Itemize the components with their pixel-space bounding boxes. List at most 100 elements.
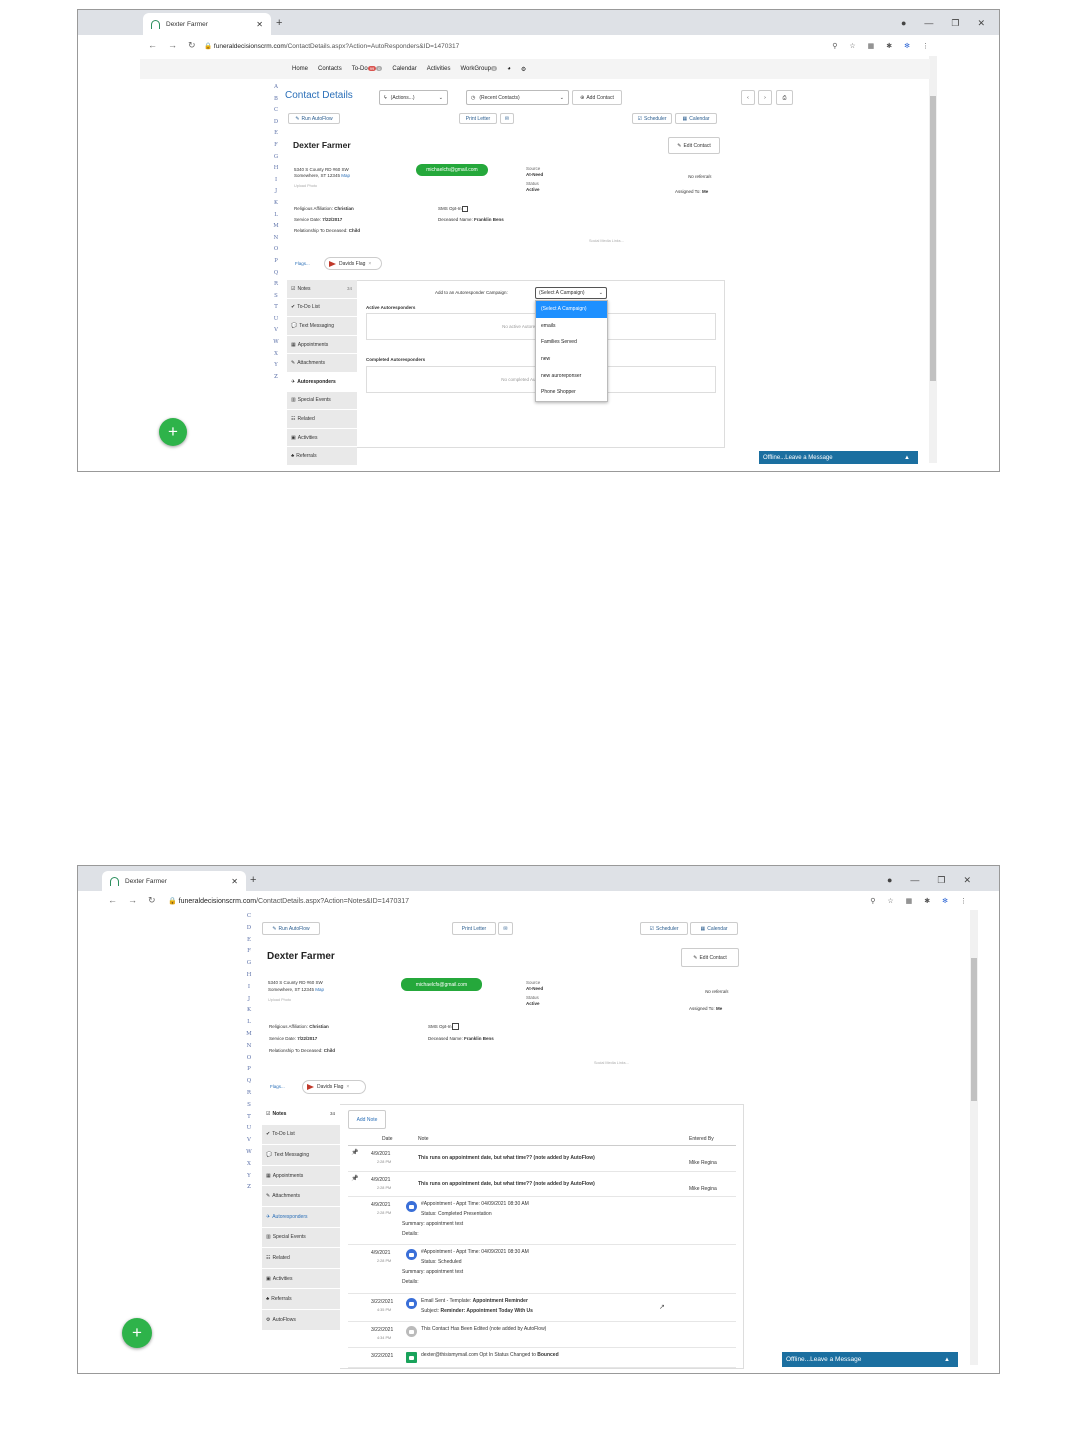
maximize-icon[interactable]: ❐ (937, 875, 945, 886)
social-media-link[interactable]: Social Media Links... (594, 1061, 629, 1065)
sidebar-item[interactable]: ▣ Activities (287, 428, 357, 448)
alphabet-letter[interactable]: G (272, 152, 280, 164)
grid-icon[interactable]: ▦ (906, 897, 913, 905)
upload-photo-link[interactable]: Upload Photo (294, 183, 350, 189)
table-row[interactable]: 4/9/2021 2:28 PM #Appointment - Appt Time:… (348, 1245, 736, 1294)
alphabet-letter[interactable]: L (245, 1017, 253, 1029)
map-link[interactable]: Map (341, 173, 350, 178)
next-contact-button[interactable]: › (758, 90, 772, 105)
sidebar-item[interactable]: ☑ Notes 34 (287, 280, 357, 299)
edit-contact-button[interactable]: ✎ Edit Contact (681, 948, 739, 967)
alphabet-letter[interactable]: E (272, 128, 280, 140)
email-badge[interactable]: michaelcfs@gmail.com (416, 164, 488, 176)
sidebar-item[interactable]: ✈ Autoresponders (287, 372, 357, 392)
forward-icon[interactable]: → (168, 40, 177, 51)
alphabet-letter[interactable]: W (272, 337, 280, 349)
alphabet-letter[interactable]: J (272, 186, 280, 198)
sidebar-item[interactable]: ✎ Attachments (262, 1186, 340, 1207)
alphabet-letter[interactable]: O (245, 1053, 253, 1065)
reload-icon[interactable]: ↻ (188, 40, 196, 51)
print-letter-button[interactable]: Print Letter (459, 113, 497, 124)
pin-icon[interactable]: 📌 (351, 1149, 358, 1156)
sidebar-item[interactable]: ✈ Autoresponders (262, 1206, 340, 1228)
alphabet-letter[interactable]: H (272, 163, 280, 175)
url-field[interactable]: 🔒 funeraldecisionscrm.com/ContactDetails… (168, 897, 409, 905)
flag-chip[interactable]: Davids Flag × (324, 257, 382, 270)
map-link[interactable]: Map (315, 987, 324, 992)
minimize-icon[interactable]: — (924, 18, 933, 29)
flags-link[interactable]: Flags... (295, 261, 310, 266)
campaign-option[interactable]: new (536, 351, 607, 368)
alphabet-letter[interactable]: O (272, 244, 280, 256)
campaign-option[interactable]: new auroreponser (536, 367, 607, 384)
sidebar-item[interactable]: ⚙ AutoFlows (262, 1309, 340, 1331)
browser-tab[interactable]: Dexter Farmer ✕ (102, 871, 246, 891)
campaign-option[interactable]: Phone Shopper (536, 384, 607, 401)
sidebar-item[interactable]: ♣ Referrals (262, 1289, 340, 1310)
alphabet-letter[interactable]: J (245, 994, 253, 1006)
extension-icon[interactable]: ✻ (904, 42, 910, 50)
sidebar-item[interactable]: ☷ Related (287, 410, 357, 429)
forward-icon[interactable]: → (128, 895, 137, 906)
menu-icon[interactable]: ⋮ (960, 897, 967, 905)
chat-widget[interactable]: Offline...Leave a Message ▲ (782, 1352, 958, 1367)
alphabet-letter[interactable]: U (272, 314, 280, 326)
run-autoflow-button[interactable]: ✎ Run AutoFlow (262, 922, 320, 935)
table-row[interactable]: 📌 4/9/2021 2:28 PM This runs on appointment… (348, 1172, 736, 1197)
alphabet-letter[interactable]: M (245, 1029, 253, 1041)
alphabet-letter[interactable]: Q (272, 268, 280, 280)
alphabet-letter[interactable]: L (272, 210, 280, 222)
edit-contact-button[interactable]: ✎ Edit Contact (668, 137, 720, 154)
alphabet-letter[interactable]: K (245, 1005, 253, 1017)
alphabet-letter[interactable]: X (272, 349, 280, 361)
alphabet-letter[interactable]: K (272, 198, 280, 210)
pin-icon[interactable]: 📌 (351, 1175, 358, 1182)
alphabet-letter[interactable]: E (245, 935, 253, 947)
close-window-icon[interactable]: ✕ (963, 875, 971, 886)
alphabet-letter[interactable]: Z (272, 372, 280, 384)
alphabet-letter[interactable]: V (245, 1135, 253, 1147)
sidebar-item[interactable]: ✎ Attachments (287, 354, 357, 373)
new-tab-icon[interactable]: + (250, 874, 256, 886)
sidebar-item[interactable]: ▦ Appointments (287, 335, 357, 355)
scheduler-button[interactable]: ☑ Scheduler (632, 113, 672, 124)
table-row[interactable]: 3/22/2021 dexter@thisismymail.com Opt In … (348, 1348, 736, 1368)
nav-home[interactable]: Home (292, 66, 308, 72)
alphabet-letter[interactable]: Y (272, 360, 280, 372)
email-icon[interactable]: ✉ (498, 922, 513, 935)
scheduler-button[interactable]: ☑ Scheduler (640, 922, 688, 935)
alphabet-letter[interactable]: Q (245, 1076, 253, 1088)
reload-icon[interactable]: ↻ (148, 895, 156, 906)
alphabet-letter[interactable]: P (245, 1064, 253, 1076)
close-tab-icon[interactable]: ✕ (256, 20, 263, 29)
sidebar-item[interactable]: ☷ Related (262, 1248, 340, 1269)
upload-photo-link[interactable]: Upload Photo (268, 997, 324, 1004)
maximize-icon[interactable]: ❐ (951, 18, 959, 29)
alphabet-letter[interactable]: D (272, 117, 280, 129)
chart-icon[interactable]: ↗ (659, 1303, 665, 1311)
remove-flag-icon[interactable]: × (346, 1084, 349, 1090)
sidebar-item[interactable]: ▦ Appointments (262, 1165, 340, 1187)
extension-icon[interactable]: ✻ (942, 897, 948, 905)
scrollbar[interactable] (970, 910, 978, 1365)
alphabet-letter[interactable]: F (245, 946, 253, 958)
alphabet-letter[interactable]: C (272, 105, 280, 117)
add-contact-button[interactable]: ⊕ Add Contact (572, 90, 622, 105)
add-note-button[interactable]: Add Note (348, 1110, 386, 1129)
flag-chip[interactable]: Davids Flag × (302, 1080, 366, 1094)
run-autoflow-button[interactable]: ✎ Run AutoFlow (288, 113, 340, 124)
calendar-button[interactable]: ▦ Calendar (690, 922, 738, 935)
alphabet-letter[interactable]: U (245, 1123, 253, 1135)
campaign-select[interactable]: (Select A Campaign) ⌄ (535, 287, 607, 299)
nav-contacts[interactable]: Contacts (318, 66, 342, 72)
table-row[interactable]: 3/22/2021 4:35 PM Email Sent - Template: A… (348, 1294, 736, 1322)
sms-checkbox[interactable] (461, 205, 468, 212)
alphabet-letter[interactable]: V (272, 325, 280, 337)
alphabet-letter[interactable]: A (272, 82, 280, 94)
alphabet-letter[interactable]: D (245, 923, 253, 935)
url-field[interactable]: 🔒 funeraldecisionscrm.com/ContactDetails… (204, 42, 459, 50)
calendar-button[interactable]: ▦ Calendar (675, 113, 717, 124)
sidebar-item[interactable]: ▣ Activities (262, 1268, 340, 1290)
puzzle-icon[interactable]: ✱ (924, 897, 930, 905)
sidebar-item[interactable]: 💬 Text Messaging (287, 317, 357, 336)
